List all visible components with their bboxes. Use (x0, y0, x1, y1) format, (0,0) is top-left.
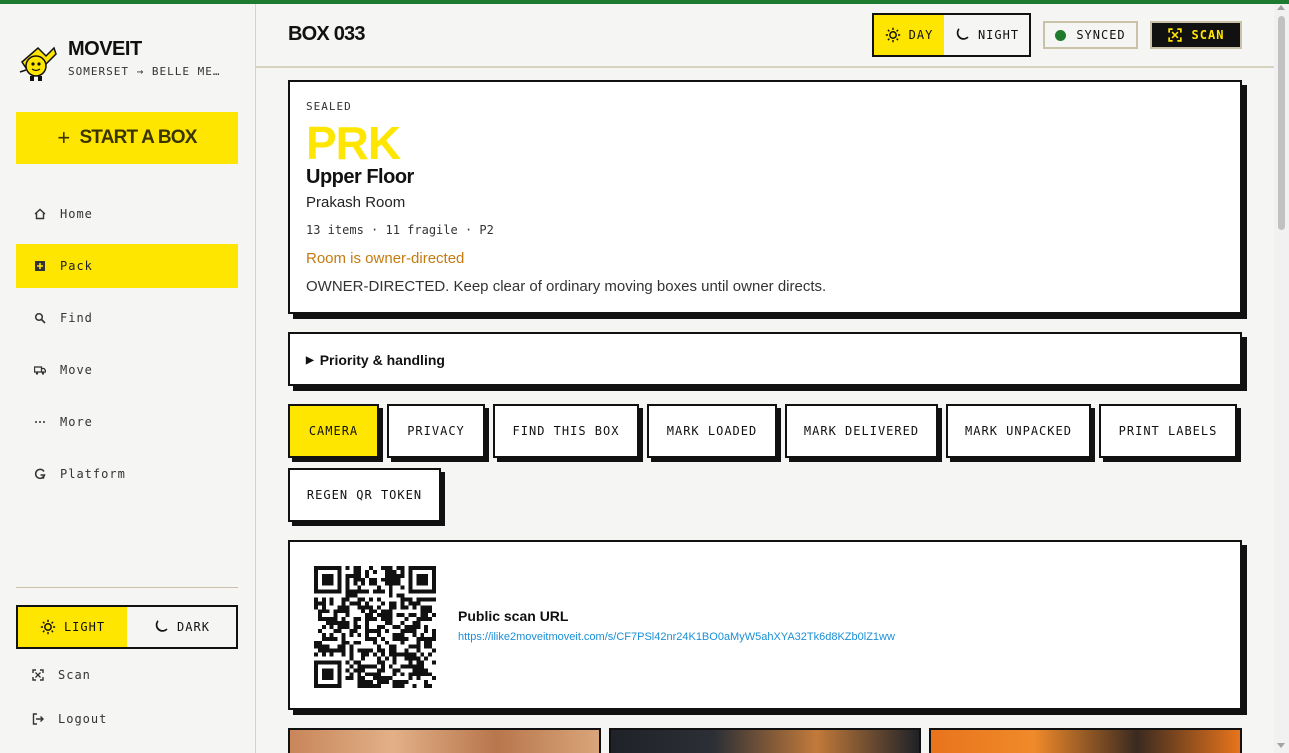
mark-delivered-label: MARK DELIVERED (803, 424, 920, 438)
sidebar-item-label: More (60, 415, 93, 429)
mark-loaded-button[interactable]: MARK LOADED (647, 404, 777, 458)
public-scan-title: Public scan URL (458, 608, 569, 624)
scan-button[interactable]: SCAN (1150, 21, 1242, 49)
owner-directed-description: OWNER-DIRECTED. Keep clear of ordinary m… (306, 278, 827, 295)
print-labels-label: PRINT LABELS (1118, 424, 1218, 438)
floor-name: Upper Floor (306, 166, 414, 188)
sidebar-item-label: Find (60, 311, 93, 325)
room-name: Prakash Room (306, 194, 406, 211)
start-box-button[interactable]: + START A BOX (16, 112, 238, 164)
sidebar-divider (16, 587, 238, 588)
qr-code (314, 566, 436, 688)
privacy-button-label: PRIVACY (407, 424, 465, 438)
more-icon (35, 421, 45, 423)
day-label: DAY (908, 28, 934, 42)
scrollbar-thumb[interactable] (1278, 16, 1285, 230)
sidebar-item-more[interactable]: More (16, 400, 238, 444)
sidebar-item-platform[interactable]: Platform (16, 452, 238, 496)
pack-icon (35, 261, 45, 271)
print-labels-button[interactable]: PRINT LABELS (1099, 404, 1237, 458)
box-photo-3[interactable] (929, 728, 1242, 753)
app-name: MOVEIT (68, 38, 142, 60)
privacy-button[interactable]: PRIVACY (387, 404, 485, 458)
logout-icon (32, 713, 44, 725)
scan-button-label: SCAN (1191, 28, 1225, 42)
box-status: SEALED (306, 100, 352, 113)
page-title: BOX 033 (288, 23, 365, 45)
sidebar-item-label: Home (60, 207, 93, 221)
scroll-up-arrow-icon[interactable] (1277, 5, 1285, 10)
scroll-down-arrow-icon[interactable] (1277, 743, 1285, 748)
sidebar-item-label: Platform (60, 467, 126, 481)
priority-handling-disclosure[interactable]: ▶ Priority & handling (288, 332, 1242, 386)
box-summary-card: SEALED PRK Upper Floor Prakash Room 13 i… (288, 80, 1242, 314)
platform-icon (34, 468, 46, 480)
sidebar: MOVEIT SOMERSET → BELLE ME… + START A BO… (0, 4, 256, 753)
theme-toggle: LIGHT DARK (16, 605, 238, 649)
page-scrollbar[interactable] (1274, 0, 1289, 753)
room-code: PRK (306, 117, 401, 169)
regen-qr-token-button[interactable]: REGEN QR TOKEN (288, 468, 441, 522)
moon-icon (155, 620, 168, 632)
logout-label: Logout (58, 712, 108, 726)
camera-button[interactable]: CAMERA (288, 404, 379, 458)
brand[interactable]: MOVEIT SOMERSET → BELLE ME… (14, 38, 244, 88)
mark-unpacked-label: MARK UNPACKED (965, 424, 1072, 438)
public-scan-url-link[interactable]: https://ilike2moveitmoveit.com/s/CF7PSl4… (458, 631, 895, 643)
theme-dark-label: DARK (177, 620, 210, 634)
truck-icon (34, 366, 46, 375)
priority-summary-label: Priority & handling (319, 352, 445, 368)
logout-link[interactable]: Logout (32, 712, 107, 726)
app-route: SOMERSET → BELLE ME… (68, 65, 221, 78)
sidebar-item-label: Pack (60, 259, 93, 273)
regen-qr-token-label: REGEN QR TOKEN (306, 488, 423, 502)
search-icon (34, 312, 46, 324)
mascot-logo-icon (19, 46, 57, 81)
sidebar-item-label: Move (60, 363, 93, 377)
sync-status-label: SYNCED (1076, 28, 1126, 42)
theme-light-label: LIGHT (63, 620, 106, 634)
public-scan-card: Public scan URL https://ilike2moveitmove… (288, 540, 1242, 710)
mark-loaded-label: MARK LOADED (666, 424, 758, 438)
sync-status-badge: SYNCED (1043, 21, 1138, 49)
sun-icon (885, 27, 900, 43)
page-header: BOX 033 DAY NIGHT SYNCED SCAN (256, 4, 1274, 68)
scan-icon (1167, 28, 1182, 42)
night-label: NIGHT (977, 28, 1020, 42)
find-this-box-label: FIND THIS BOX (512, 424, 620, 438)
owner-directed-note: Room is owner-directed (306, 250, 465, 267)
moon-icon (956, 28, 969, 40)
sidebar-nav: Home Pack Find Move More Platform (16, 192, 238, 504)
box-meta: 13 items · 11 fragile · P2 (306, 223, 494, 237)
day-option[interactable]: DAY (874, 15, 944, 55)
theme-dark-option[interactable]: DARK (127, 607, 236, 647)
plus-icon: + (57, 125, 70, 150)
day-night-toggle: DAY NIGHT (872, 13, 1031, 57)
find-this-box-button[interactable]: FIND THIS BOX (493, 404, 639, 458)
sun-icon (40, 619, 56, 635)
scan-icon (32, 669, 44, 681)
theme-light-option[interactable]: LIGHT (18, 607, 127, 647)
top-progress-line (0, 0, 1289, 4)
home-icon (34, 208, 46, 220)
sidebar-scan-label: Scan (58, 668, 91, 682)
sidebar-item-home[interactable]: Home (16, 192, 238, 236)
box-photo-2[interactable] (609, 728, 921, 753)
mark-delivered-button[interactable]: MARK DELIVERED (785, 404, 938, 458)
sidebar-item-find[interactable]: Find (16, 296, 238, 340)
priority-summary[interactable]: ▶ Priority & handling (306, 352, 445, 368)
sidebar-scan-link[interactable]: Scan (32, 668, 91, 682)
sidebar-item-move[interactable]: Move (16, 348, 238, 392)
sidebar-item-pack[interactable]: Pack (16, 244, 238, 288)
mark-unpacked-button[interactable]: MARK UNPACKED (946, 404, 1091, 458)
camera-button-label: CAMERA (308, 424, 359, 438)
night-option[interactable]: NIGHT (944, 15, 1029, 55)
start-box-label: START A BOX (79, 127, 197, 148)
disclosure-triangle-icon: ▶ (306, 354, 314, 366)
sync-dot-icon (1055, 29, 1067, 41)
box-photo-1[interactable] (288, 728, 601, 753)
